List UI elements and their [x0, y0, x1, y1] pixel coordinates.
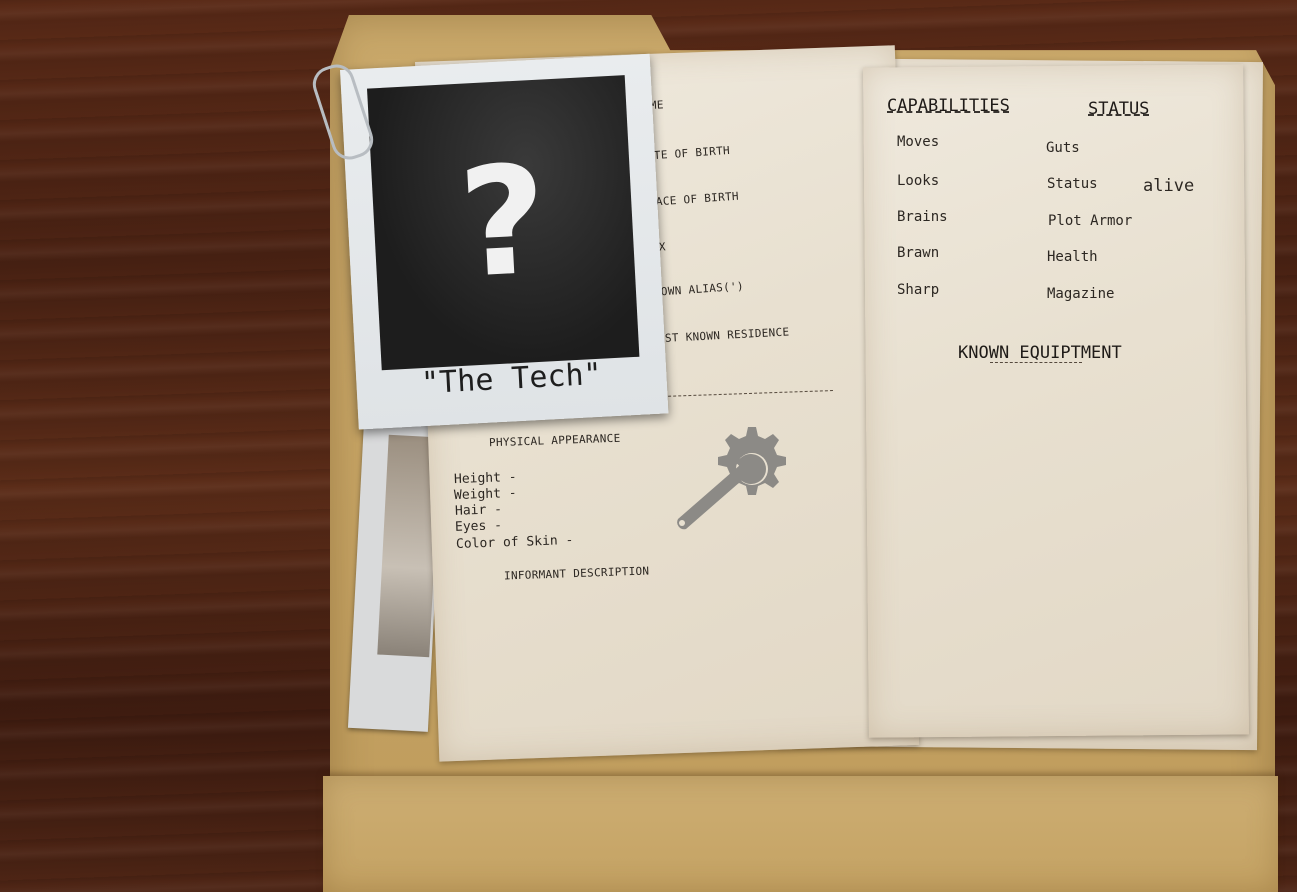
field-height[interactable]: Height -	[454, 470, 517, 487]
field-hair[interactable]: Hair -	[455, 502, 502, 519]
wrench-gear-icon	[677, 427, 786, 530]
status-magazine-label[interactable]: Magazine	[1047, 286, 1114, 302]
folder-front-flap	[323, 776, 1278, 892]
mugshot-polaroid: ? "The Tech"	[340, 53, 669, 430]
field-eyes[interactable]: Eyes -	[455, 518, 502, 535]
capability-brains[interactable]: Brains	[897, 209, 948, 225]
status-status-label[interactable]: Status	[1047, 176, 1098, 192]
capability-moves[interactable]: Moves	[897, 134, 939, 150]
status-health-label[interactable]: Health	[1047, 249, 1098, 265]
capabilities-heading: CAPABILITIES	[887, 96, 1010, 116]
mugshot-image: ?	[367, 75, 640, 371]
field-weight[interactable]: Weight -	[454, 486, 517, 503]
question-mark-icon: ?	[455, 133, 552, 312]
equipment-underline	[990, 362, 1082, 363]
known-equipment-heading: KNOWN EQUIPTMENT	[958, 343, 1122, 363]
capability-looks[interactable]: Looks	[897, 173, 939, 189]
status-plot-armor-label[interactable]: Plot Armor	[1048, 213, 1132, 229]
capability-brawn[interactable]: Brawn	[897, 245, 939, 261]
stats-sheet	[863, 64, 1249, 738]
status-heading: STATUS	[1088, 99, 1150, 119]
capability-sharp[interactable]: Sharp	[897, 282, 939, 298]
status-guts-label[interactable]: Guts	[1046, 140, 1080, 156]
status-status-value[interactable]: alive	[1143, 176, 1194, 196]
